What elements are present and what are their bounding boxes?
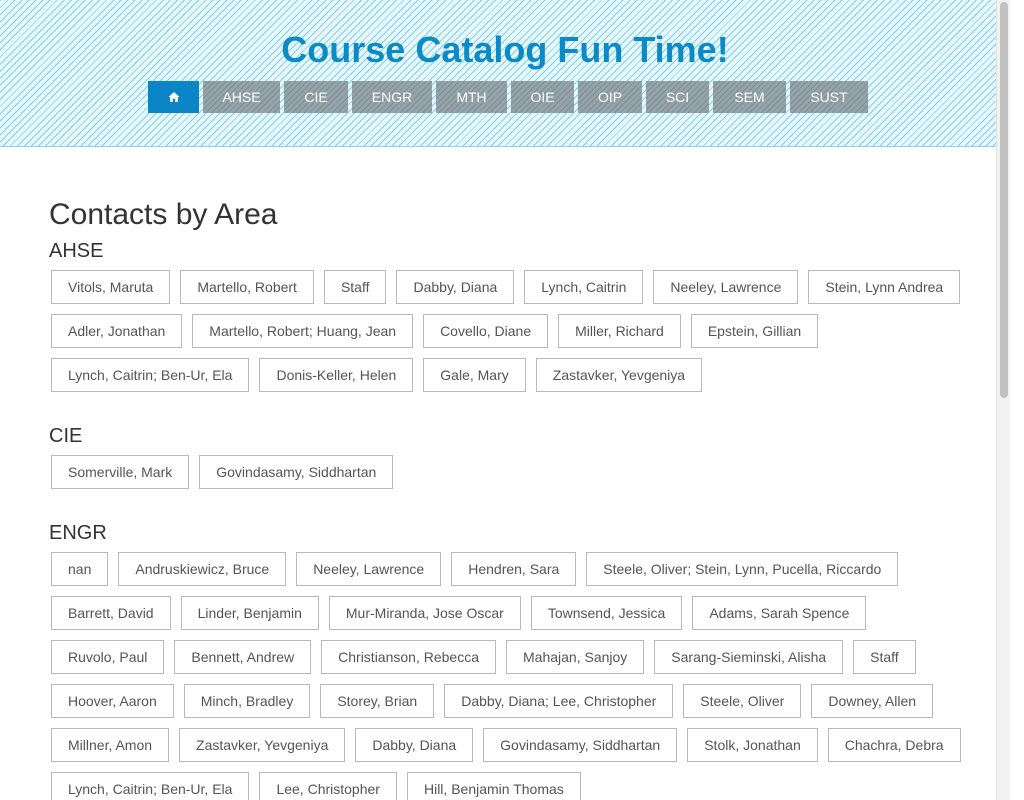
contact-button[interactable]: Minch, Bradley (183, 684, 311, 718)
contact-list: nan Andruskiewicz, Bruce Neeley, Lawrence H… (49, 552, 991, 800)
contact-button[interactable]: nan (51, 552, 109, 586)
contact-button[interactable]: Martello, Robert; Huang, Jean (192, 314, 414, 348)
nav-sem[interactable]: SEM (713, 81, 786, 113)
contact-button[interactable]: Donis-Keller, Helen (259, 358, 414, 392)
contact-button[interactable]: Hill, Benjamin Thomas (406, 772, 581, 800)
contact-button[interactable]: Covello, Diane (423, 314, 549, 348)
area-title: CIE (49, 425, 83, 447)
contact-button[interactable]: Christianson, Rebecca (321, 640, 496, 674)
contact-button[interactable]: Zastavker, Yevgeniya (179, 728, 346, 762)
nav-mth[interactable]: MTH (436, 81, 507, 113)
contact-button[interactable]: Staff (853, 640, 916, 674)
contact-button[interactable]: Gale, Mary (423, 358, 526, 392)
contact-button[interactable]: Sarang-Sieminski, Alisha (654, 640, 844, 674)
page-title: Contacts by Area (49, 198, 278, 231)
contact-list: Somerville, Mark Govindasamy, Siddhartan (49, 455, 991, 499)
nav-sust[interactable]: SUST (790, 81, 868, 113)
contact-button[interactable]: Neeley, Lawrence (296, 552, 442, 586)
contact-button[interactable]: Mahajan, Sanjoy (506, 640, 645, 674)
contact-button[interactable]: Hendren, Sara (451, 552, 577, 586)
contact-button[interactable]: Epstein, Gillian (690, 314, 819, 348)
site-title: Course Catalog Fun Time! (281, 29, 729, 70)
contact-button[interactable]: Millner, Amon (51, 728, 170, 762)
contact-button[interactable]: Dabby, Diana; Lee, Christopher (444, 684, 674, 718)
contact-button[interactable]: Barrett, David (51, 596, 171, 630)
contact-button[interactable]: Govindasamy, Siddhartan (483, 728, 678, 762)
contact-button[interactable]: Andruskiewicz, Bruce (118, 552, 287, 586)
contact-button[interactable]: Steele, Oliver (683, 684, 802, 718)
contact-button[interactable]: Steele, Oliver; Stein, Lynn, Pucella, Ri… (586, 552, 899, 586)
contact-button[interactable]: Lynch, Caitrin; Ben-Ur, Ela (51, 772, 250, 800)
contact-button[interactable]: Downey, Allen (811, 684, 934, 718)
area-title: ENGR (49, 522, 107, 544)
nav-home[interactable] (148, 81, 199, 113)
contact-button[interactable]: Hoover, Aaron (51, 684, 174, 718)
page: Course Catalog Fun Time! AHSE CIE ENGR M… (0, 0, 1010, 800)
contact-button[interactable]: Linder, Benjamin (180, 596, 319, 630)
contact-button[interactable]: Bennett, Andrew (174, 640, 312, 674)
contact-button[interactable]: Lee, Christopher (259, 772, 397, 800)
nav-sci[interactable]: SCI (646, 81, 709, 113)
area-section-engr: ENGR nan Andruskiewicz, Bruce Neeley, Lawre… (49, 521, 1010, 800)
nav-cie[interactable]: CIE (284, 81, 348, 113)
contact-button[interactable]: Dabby, Diana (396, 270, 515, 304)
contact-button[interactable]: Mur-Miranda, Jose Oscar (328, 596, 521, 630)
contact-button[interactable]: Zastavker, Yevgeniya (535, 358, 703, 392)
nav-oip[interactable]: OIP (578, 81, 642, 113)
contact-button[interactable]: Townsend, Jessica (530, 596, 683, 630)
area-nav: AHSE CIE ENGR MTH OIE OIP SCI SEM SUST (148, 81, 872, 113)
contact-button[interactable]: Neeley, Lawrence (653, 270, 799, 304)
area-section-ahse: AHSE Vitols, Maruta Martello, Robert Staff D… (49, 239, 1010, 402)
nav-engr[interactable]: ENGR (352, 81, 432, 113)
contact-button[interactable]: Martello, Robert (180, 270, 314, 304)
contact-button[interactable]: Stolk, Jonathan (687, 728, 818, 762)
contact-button[interactable]: Lynch, Caitrin (524, 270, 644, 304)
scrollbar-thumb[interactable] (1000, 2, 1008, 398)
contact-button[interactable]: Somerville, Mark (51, 455, 190, 489)
contact-button[interactable]: Staff (323, 270, 387, 304)
areas-list: AHSE Vitols, Maruta Martello, Robert Staff D… (49, 239, 1010, 800)
contact-button[interactable]: Stein, Lynn Andrea (808, 270, 961, 304)
contact-button[interactable]: Adams, Sarah Spence (692, 596, 867, 630)
nav-ahse[interactable]: AHSE (203, 81, 280, 113)
contact-button[interactable]: Adler, Jonathan (51, 314, 183, 348)
contact-list: Vitols, Maruta Martello, Robert Staff Dabby… (49, 270, 991, 402)
site-header: Course Catalog Fun Time! AHSE CIE ENGR M… (0, 0, 1010, 147)
contact-button[interactable]: Vitols, Maruta (51, 270, 171, 304)
contact-button[interactable]: Govindasamy, Siddhartan (199, 455, 394, 489)
area-section-cie: CIE Somerville, Mark Govindasamy, Siddhart… (49, 424, 1010, 499)
contact-button[interactable]: Storey, Brian (320, 684, 435, 718)
contact-button[interactable]: Ruvolo, Paul (51, 640, 165, 674)
nav-oie[interactable]: OIE (511, 81, 574, 113)
contact-button[interactable]: Chachra, Debra (827, 728, 961, 762)
contact-button[interactable]: Miller, Richard (558, 314, 681, 348)
contact-button[interactable]: Dabby, Diana (355, 728, 474, 762)
main-content: Contacts by Area AHSE Vitols, Maruta Marte… (0, 147, 1010, 800)
area-title: AHSE (49, 240, 104, 262)
contact-button[interactable]: Lynch, Caitrin; Ben-Ur, Ela (51, 358, 250, 392)
home-icon (168, 91, 179, 102)
vertical-scrollbar[interactable] (996, 0, 1010, 800)
